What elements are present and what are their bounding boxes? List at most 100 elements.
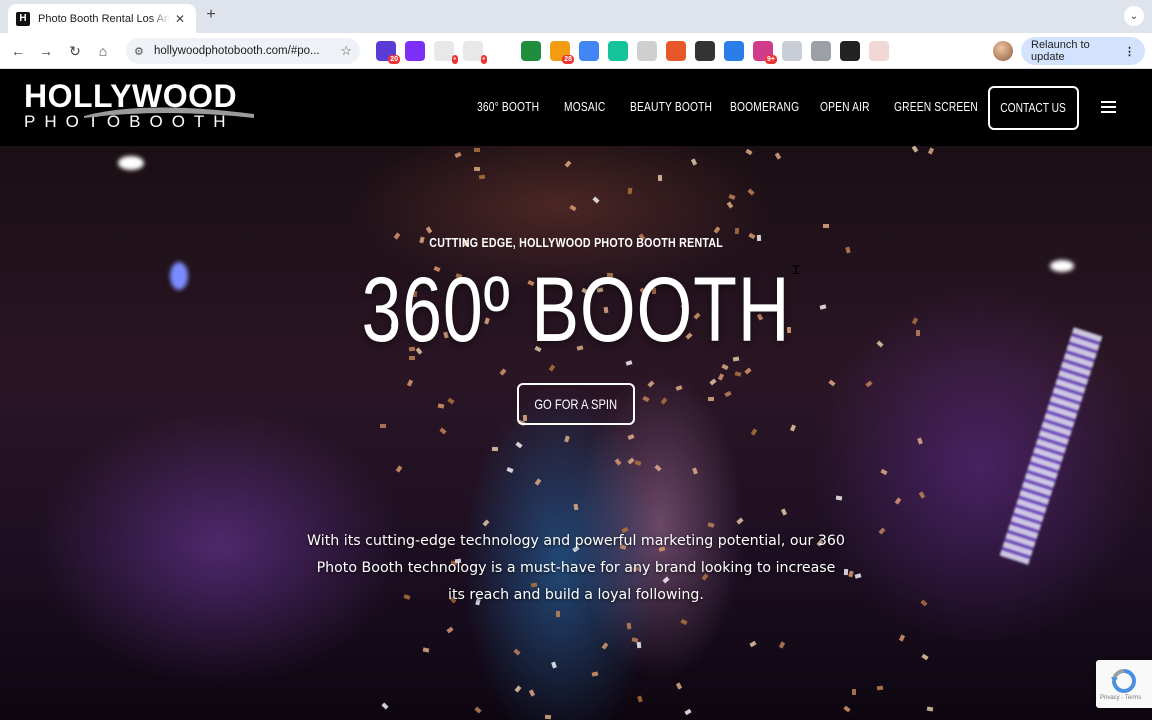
bookmark-star-icon[interactable]: ☆ bbox=[340, 43, 352, 59]
confetti-piece bbox=[911, 146, 919, 153]
profile-avatar[interactable] bbox=[993, 41, 1013, 61]
s-extension-icon[interactable] bbox=[405, 41, 425, 61]
confetti-piece bbox=[774, 152, 781, 160]
pen-extension-icon[interactable] bbox=[724, 41, 744, 61]
confetti-piece bbox=[865, 380, 873, 388]
confetti-piece bbox=[854, 573, 862, 579]
forward-arrow-icon[interactable]: → bbox=[36, 41, 56, 61]
confetti-piece bbox=[898, 634, 906, 642]
mail-extension-icon[interactable] bbox=[637, 41, 657, 61]
confetti-piece bbox=[446, 626, 454, 634]
confetti-piece bbox=[396, 465, 403, 473]
site-header: HOLLYWOOD PHOTOBOOTH 360° BOOTH MOSAIC B… bbox=[0, 70, 1152, 146]
site-favicon-icon: H bbox=[16, 11, 30, 26]
browser-toolbar: ← → ↻ ⌂ ⚙ hollywoodphotobooth.com/#po...… bbox=[0, 33, 1152, 69]
nav-open-air[interactable]: OPEN AIR bbox=[820, 100, 870, 114]
confetti-piece bbox=[734, 371, 742, 377]
square-extension-icon[interactable]: • bbox=[463, 41, 487, 64]
translate-extension-icon[interactable] bbox=[579, 41, 599, 61]
circle-extension-icon[interactable] bbox=[811, 41, 831, 61]
confetti-piece bbox=[478, 174, 485, 179]
led-light-bar bbox=[999, 327, 1103, 565]
nav-green-screen[interactable]: GREEN SCREEN bbox=[894, 100, 978, 114]
confetti-piece bbox=[660, 397, 668, 405]
confetti-piece bbox=[790, 424, 797, 433]
browser-tab-active[interactable]: H Photo Booth Rental Los Angeles ✕ bbox=[8, 4, 196, 33]
back-arrow-icon[interactable]: ← bbox=[8, 41, 28, 61]
shield-extension-icon[interactable] bbox=[782, 41, 802, 61]
recaptcha-text[interactable]: Privacy - Terms bbox=[1100, 695, 1141, 701]
site-settings-icon[interactable]: ⚙ bbox=[134, 45, 148, 58]
confetti-piece bbox=[551, 661, 557, 669]
home-icon[interactable]: ⌂ bbox=[93, 41, 113, 61]
arrow-extension-icon[interactable] bbox=[666, 41, 686, 61]
hero-section: CUTTING EDGE, HOLLYWOOD PHOTO BOOTH RENT… bbox=[0, 146, 1152, 720]
sheets-extension-icon[interactable] bbox=[521, 41, 541, 61]
recaptcha-badge[interactable]: Privacy - Terms bbox=[1096, 660, 1152, 708]
media-extension-icon[interactable] bbox=[927, 41, 947, 61]
confetti-piece bbox=[627, 433, 635, 440]
confetti-piece bbox=[491, 446, 499, 451]
confetti-piece bbox=[917, 437, 924, 445]
confetti-piece bbox=[707, 521, 715, 528]
ceiling-light bbox=[118, 156, 144, 170]
url-text[interactable]: hollywoodphotobooth.com/#po... bbox=[154, 45, 332, 57]
confetti-piece bbox=[726, 201, 734, 209]
browser-menu-icon[interactable]: ⋮ bbox=[1124, 45, 1135, 58]
confetti-piece bbox=[506, 467, 514, 474]
drive-extension-icon[interactable] bbox=[492, 41, 512, 61]
logo-swoosh-icon bbox=[84, 107, 254, 118]
confetti-piece bbox=[654, 464, 662, 472]
confetti-piece bbox=[744, 367, 752, 375]
honey-extension-icon[interactable]: 28 bbox=[550, 41, 574, 64]
confetti-piece bbox=[878, 527, 886, 535]
confetti-piece bbox=[555, 610, 561, 617]
grammarly-extension-icon[interactable] bbox=[608, 41, 628, 61]
nav-boomerang[interactable]: BOOMERANG bbox=[730, 100, 799, 114]
relaunch-button[interactable]: Relaunch to update ⋮ bbox=[1021, 37, 1145, 65]
confetti-piece bbox=[569, 204, 577, 211]
terminal-extension-icon[interactable] bbox=[695, 41, 715, 61]
address-bar[interactable]: ⚙ hollywoodphotobooth.com/#po... ☆ bbox=[126, 38, 360, 64]
confetti-piece bbox=[709, 378, 717, 386]
new-tab-button[interactable]: + bbox=[202, 6, 220, 24]
sidepanel-extension-icon[interactable] bbox=[956, 41, 976, 61]
nav-beauty-booth[interactable]: BEAUTY BOOTH bbox=[630, 100, 712, 114]
close-tab-icon[interactable]: ✕ bbox=[172, 12, 188, 26]
colorful-extension-icon[interactable]: 9+ bbox=[753, 41, 777, 64]
confetti-piece bbox=[627, 187, 632, 195]
confetti-piece bbox=[631, 637, 639, 644]
confetti-piece bbox=[745, 149, 754, 156]
site-logo[interactable]: HOLLYWOOD PHOTOBOOTH bbox=[24, 80, 254, 132]
hamburger-menu-icon[interactable] bbox=[1101, 101, 1116, 113]
confetti-piece bbox=[381, 702, 389, 710]
text-cursor-icon: ⌶ bbox=[792, 262, 801, 278]
confetti-piece bbox=[918, 491, 925, 499]
confetti-piece bbox=[425, 226, 433, 234]
confetti-piece bbox=[680, 618, 688, 625]
confetti-piece bbox=[406, 379, 413, 387]
confetti-piece bbox=[657, 174, 662, 181]
confetti-piece bbox=[851, 688, 856, 695]
confetti-piece bbox=[592, 196, 600, 204]
reload-icon[interactable]: ↻ bbox=[65, 41, 85, 61]
hero-heading: 360º BOOTH bbox=[0, 258, 1152, 362]
nav-360-booth[interactable]: 360° BOOTH bbox=[477, 100, 539, 114]
hero-description: With its cutting-edge technology and pow… bbox=[307, 533, 845, 603]
contact-us-button[interactable]: CONTACT US bbox=[988, 86, 1079, 130]
slack-extension-icon[interactable]: • bbox=[434, 41, 458, 64]
calendar-extension-icon[interactable]: 20 bbox=[376, 41, 400, 64]
cta-label: GO FOR A SPIN bbox=[534, 396, 618, 412]
confetti-piece bbox=[747, 188, 755, 196]
pdf-extension-icon[interactable] bbox=[869, 41, 889, 61]
send-extension-icon[interactable] bbox=[840, 41, 860, 61]
extension-badge: • bbox=[480, 55, 487, 64]
go-for-a-spin-button[interactable]: GO FOR A SPIN bbox=[517, 383, 635, 425]
confetti-piece bbox=[642, 396, 650, 403]
nav-mosaic[interactable]: MOSAIC bbox=[564, 100, 605, 114]
confetti-piece bbox=[513, 648, 521, 656]
tab-search-icon[interactable]: ⌄ bbox=[1124, 6, 1144, 26]
confetti-piece bbox=[447, 397, 455, 405]
confetti-piece bbox=[614, 458, 622, 466]
puzzle-extension-icon[interactable] bbox=[898, 41, 918, 61]
